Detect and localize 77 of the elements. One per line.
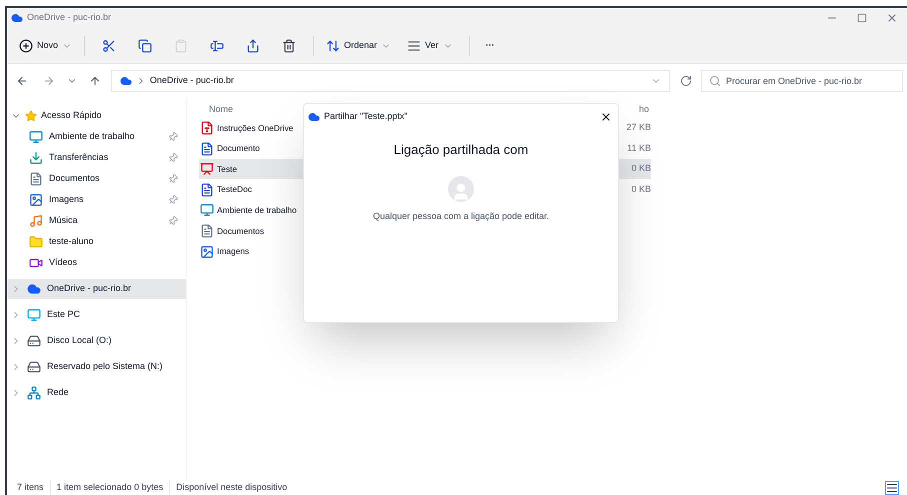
status-text: Disponível neste dispositivo (169, 481, 294, 495)
drive-icon (27, 334, 41, 348)
file-name[interactable]: Instruções OneDrive (199, 118, 303, 138)
dialog-title: Partilhar "Teste.pptx" (324, 110, 408, 124)
view-button[interactable]: Ver (399, 32, 461, 60)
sidebar-item[interactable]: Imagens (49, 192, 84, 206)
lines-icon (407, 38, 422, 52)
image-icon (200, 244, 214, 259)
new-button[interactable]: Novo (15, 32, 76, 60)
maximize-icon (857, 13, 867, 23)
monitor-icon (200, 203, 214, 218)
music-icon (29, 214, 43, 228)
sidebar-item[interactable]: Transferências (49, 150, 108, 164)
pdf-file-icon (200, 121, 214, 135)
file-name[interactable]: TesteDoc (199, 180, 303, 200)
copy-icon (138, 38, 152, 52)
dialog-message: Qualquer pessoa com a ligação pode editar. (372, 210, 550, 223)
word-file-icon (200, 142, 214, 156)
file-size: 27 KB (625, 121, 651, 134)
rename-icon (210, 38, 224, 52)
forward-arrow-icon (43, 75, 56, 87)
sidebar-item[interactable]: teste-aluno (49, 234, 94, 248)
drive-icon (27, 360, 41, 374)
refresh-icon (680, 75, 692, 87)
status-text: 7 itens (16, 481, 45, 494)
search-field[interactable]: Procurar em OneDrive - puc-rio.br (701, 70, 904, 92)
sidebar-item[interactable]: Disco Local (O:) (7, 331, 186, 351)
image-icon (29, 192, 43, 206)
more-button[interactable]: ··· (478, 32, 503, 60)
sidebar-item[interactable]: Ambiente de trabalho (49, 130, 135, 144)
sidebar-item[interactable]: Vídeos (49, 256, 78, 270)
sidebar-item[interactable]: Documentos (49, 172, 100, 186)
sort-button[interactable]: Ordenar (322, 32, 396, 60)
cloud-icon (11, 12, 23, 24)
cloud-icon (27, 282, 41, 296)
star-icon (25, 110, 37, 122)
file-name[interactable]: Documentos (199, 220, 303, 241)
sidebar-item[interactable]: OneDrive - puc-rio.br (7, 279, 186, 299)
window-title: OneDrive - puc-rio.br (27, 11, 112, 24)
share-icon (246, 38, 260, 52)
computer-icon (27, 308, 41, 322)
search-icon (709, 75, 721, 87)
sidebar-item[interactable]: Rede (7, 383, 186, 403)
details-view-button[interactable] (885, 481, 899, 495)
word-file-icon (200, 182, 214, 197)
sidebar-item[interactable]: Este PC (7, 305, 186, 325)
address-path: OneDrive - puc-rio.br (150, 74, 234, 88)
scissors-icon (102, 38, 116, 52)
cloud-icon (120, 75, 132, 87)
presentation-file-icon (200, 162, 214, 176)
document-icon (200, 224, 214, 238)
sidebar-item[interactable]: Acesso Rápido (41, 109, 102, 123)
address-bar[interactable]: OneDrive - puc-rio.br (110, 70, 670, 92)
back-arrow-icon (16, 75, 28, 87)
file-name[interactable]: Imagens (199, 242, 303, 262)
clipboard-icon (174, 38, 188, 52)
folder-icon (29, 234, 43, 248)
sidebar-item[interactable]: Música (49, 214, 78, 228)
cloud-icon (308, 111, 320, 123)
plus-icon (19, 38, 33, 52)
file-size: 11 KB (626, 142, 651, 155)
network-icon (27, 386, 41, 400)
file-name[interactable]: Ambiente de trabalho (199, 200, 303, 220)
dialog-heading: Ligação partilhada com (394, 141, 528, 159)
download-icon (29, 150, 43, 164)
close-icon (886, 12, 898, 24)
status-text: 1 item selecionado 0 bytes (50, 481, 170, 495)
monitor-icon (29, 130, 43, 144)
trash-icon (282, 38, 296, 52)
up-arrow-icon (89, 75, 102, 87)
sidebar-item[interactable]: Reservado pelo Sistema (N:) (7, 357, 186, 377)
file-name[interactable]: Documento (199, 138, 303, 159)
sort-icon (326, 38, 340, 52)
document-icon (29, 172, 43, 186)
close-icon (600, 111, 612, 123)
file-name[interactable]: Teste (199, 159, 303, 180)
file-size: 0 KB (630, 183, 651, 196)
